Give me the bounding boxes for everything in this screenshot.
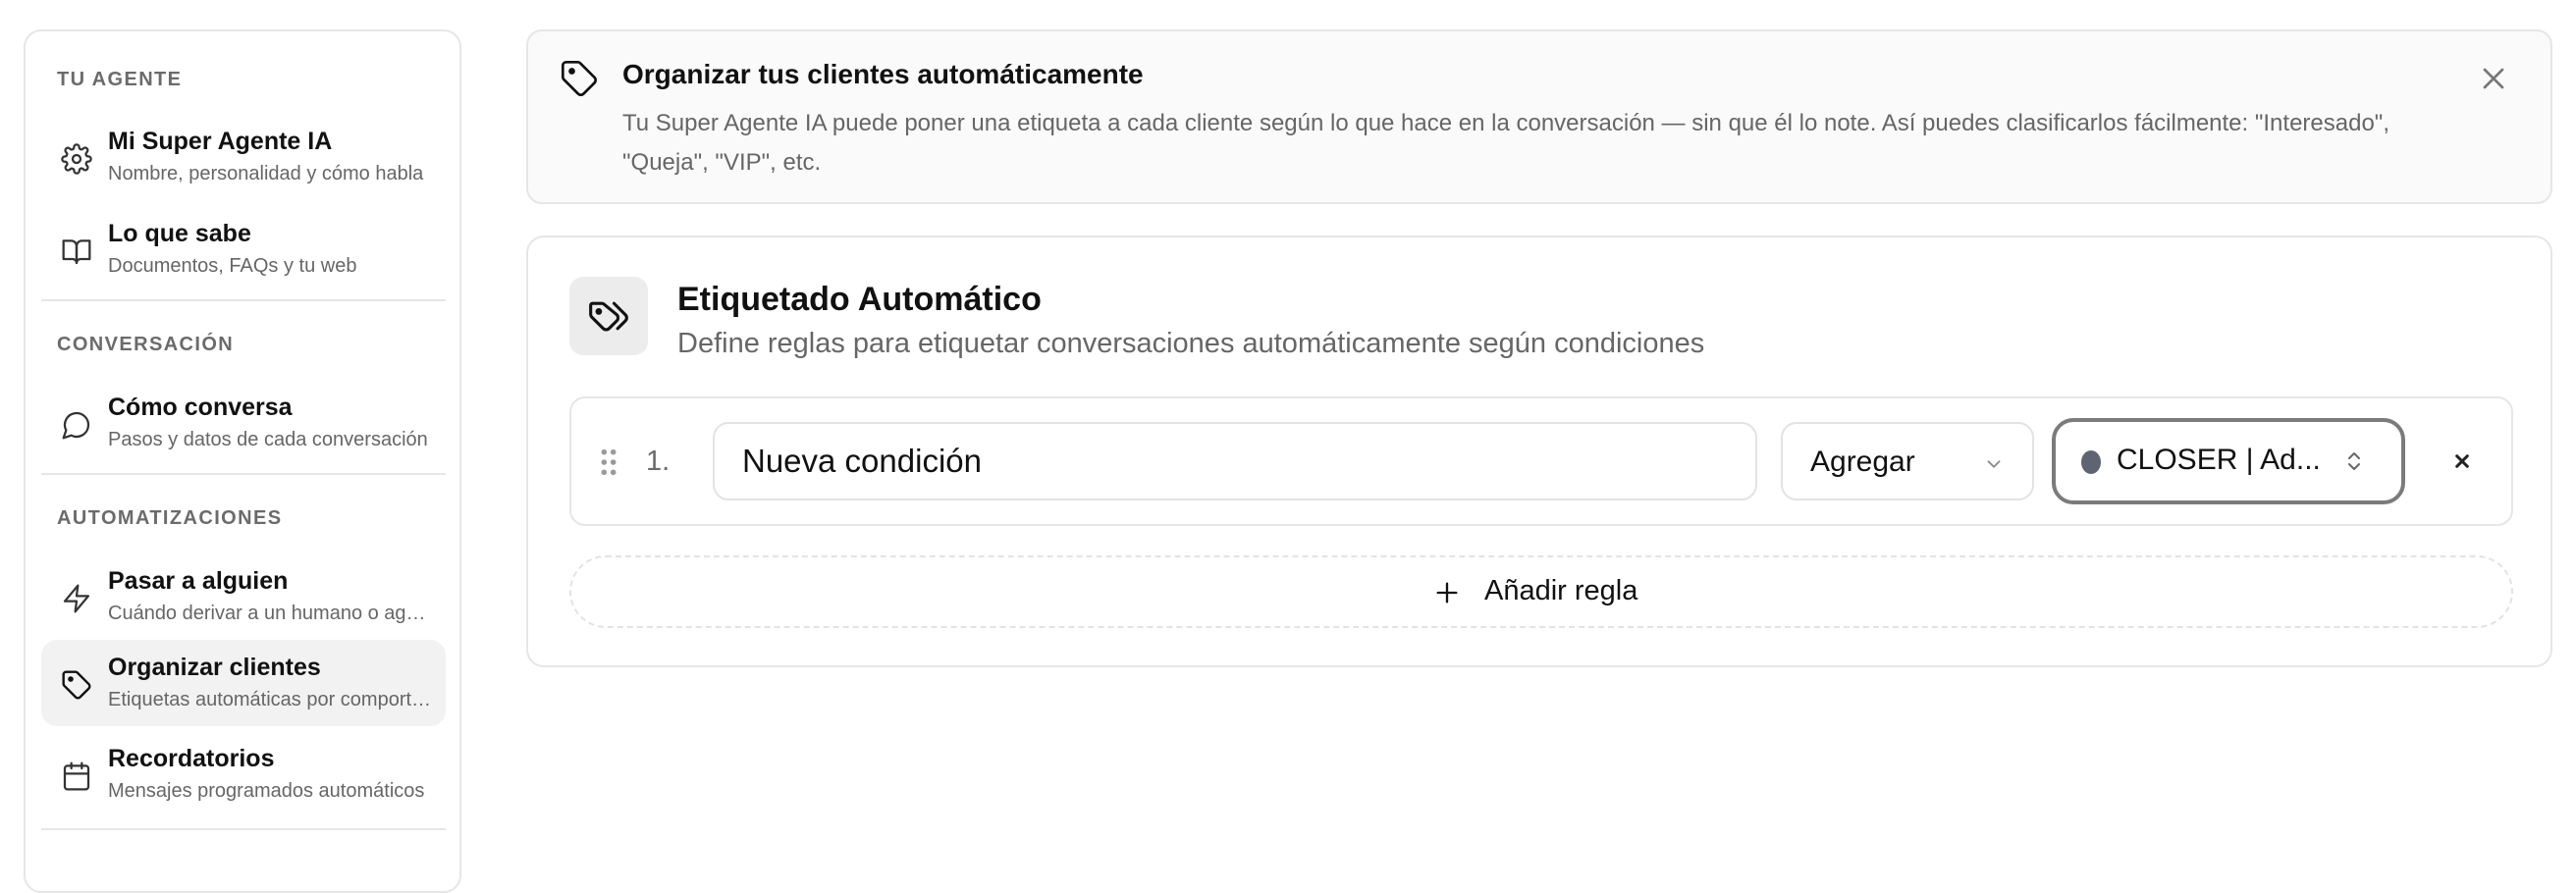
sidebar-divider <box>41 828 446 830</box>
card-title: Etiquetado Automático <box>677 281 1042 318</box>
sidebar-item-organizar-clientes[interactable]: Organizar clientes Etiquetas automáticas… <box>41 640 446 726</box>
sidebar-item-como-conversa[interactable]: Cómo conversa Pasos y datos de cada conv… <box>41 380 446 466</box>
sidebar-item-lo-que-sabe[interactable]: Lo que sabe Documentos, FAQs y tu web <box>41 206 446 292</box>
tag-icon <box>562 61 597 96</box>
sidebar-divider <box>41 473 446 475</box>
calendar-icon <box>63 762 90 791</box>
add-rule-button[interactable]: Añadir regla <box>569 555 2513 628</box>
remove-rule-icon[interactable] <box>2446 446 2478 477</box>
tag-color-dot <box>2081 450 2101 474</box>
info-banner: Organizar tus clientes automáticamente T… <box>526 29 2552 204</box>
section-label-conversacion: CONVERSACIÓN <box>57 334 235 355</box>
chevron-down-icon <box>1987 460 2001 468</box>
rule-row: 1. Agregar CLOSER | Ad... <box>569 396 2513 526</box>
action-select[interactable]: Agregar <box>1781 422 2034 500</box>
sidebar-item-title: Organizar clientes <box>108 654 321 681</box>
sidebar-item-recordatorios[interactable]: Recordatorios Mensajes programados autom… <box>41 731 446 817</box>
settings-sidebar: TU AGENTE Mi Super Agente IA Nombre, per… <box>24 29 461 893</box>
sidebar-item-subtitle: Cuándo derivar a un humano o agente <box>108 603 432 624</box>
sidebar-item-title: Mi Super Agente IA <box>108 128 333 155</box>
section-label-tu-agente: TU AGENTE <box>57 69 183 90</box>
close-icon[interactable] <box>2476 61 2511 96</box>
sidebar-item-subtitle: Pasos y datos de cada conversación <box>108 429 428 450</box>
sidebar-item-title: Lo que sabe <box>108 220 251 247</box>
book-icon <box>62 239 91 265</box>
sidebar-item-mi-super-agente[interactable]: Mi Super Agente IA Nombre, personalidad … <box>41 114 446 200</box>
sidebar-item-subtitle: Etiquetas automáticas por comportamiento <box>108 689 432 710</box>
sidebar-item-subtitle: Nombre, personalidad y cómo habla <box>108 163 424 184</box>
chevrons-up-down-icon <box>2348 452 2360 470</box>
sidebar-item-subtitle: Mensajes programados automáticos <box>108 780 425 802</box>
sidebar-item-title: Recordatorios <box>108 745 275 772</box>
sidebar-item-pasar-a-alguien[interactable]: Pasar a alguien Cuándo derivar a un huma… <box>41 553 446 640</box>
action-select-value: Agregar <box>1810 446 1915 478</box>
add-rule-label: Añadir regla <box>1484 575 1638 606</box>
tag-select[interactable]: CLOSER | Ad... <box>2052 418 2405 504</box>
section-label-automatizaciones: AUTOMATIZACIONES <box>57 507 283 529</box>
sidebar-item-subtitle: Documentos, FAQs y tu web <box>108 255 357 277</box>
sidebar-item-title: Cómo conversa <box>108 394 293 421</box>
card-subtitle: Define reglas para etiquetar conversacio… <box>677 328 1705 359</box>
sidebar-divider <box>41 299 446 301</box>
rule-number: 1. <box>646 446 671 477</box>
banner-title: Organizar tus clientes automáticamente <box>622 59 1144 89</box>
drag-handle-icon[interactable] <box>599 447 618 477</box>
lightning-icon <box>63 584 90 613</box>
gear-icon <box>61 143 92 175</box>
tag-icon <box>62 670 91 700</box>
sidebar-item-title: Pasar a alguien <box>108 567 289 595</box>
chat-bubble-icon <box>62 411 90 440</box>
banner-text: Tu Super Agente IA puede poner una etiqu… <box>622 110 2389 176</box>
plus-icon <box>1436 582 1458 604</box>
condition-input[interactable] <box>713 422 1757 500</box>
tags-icon <box>589 301 628 332</box>
auto-tagging-card: Etiquetado Automático Define reglas para… <box>526 236 2552 667</box>
card-icon-container <box>569 277 648 355</box>
tag-select-value: CLOSER | Ad... <box>2117 444 2321 476</box>
